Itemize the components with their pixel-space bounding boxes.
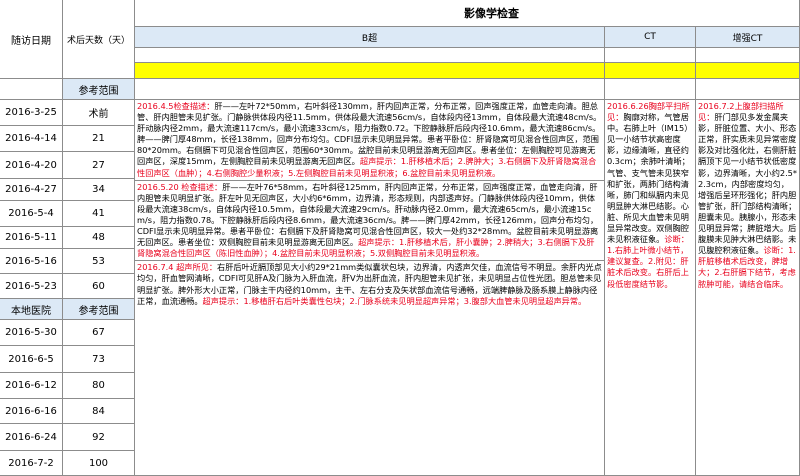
blank-cell: [696, 79, 800, 100]
followup-date: 2016-7-2: [0, 451, 63, 476]
highlight-band: [605, 63, 696, 79]
days-value: 41: [63, 201, 135, 227]
days-value: 73: [63, 346, 135, 373]
bmode-report-2-heading: 2016.5.20 检查描述：: [137, 181, 223, 192]
days-value: 67: [63, 320, 135, 346]
followup-date: 2016-5-4: [0, 201, 63, 227]
blank-cell: [0, 79, 63, 100]
bmode-findings-cell: 2016.4.5检查描述：肝——左叶72*50mm，右叶斜径130mm，肝内回声…: [135, 100, 605, 476]
highlight-band: [135, 63, 605, 79]
days-value: 术前: [63, 100, 135, 126]
followup-date: 2016-5-30: [0, 320, 63, 346]
days-value: 48: [63, 227, 135, 249]
days-value: 21: [63, 126, 135, 152]
bmode-report-3: 2016.7.4 超声所见：右肝后叶近膈顶部见大小约29*21mm类似囊状包块，…: [137, 262, 602, 306]
followup-date: 2016-5-16: [0, 249, 63, 274]
divider: [135, 179, 604, 181]
bmode-report-1-heading: 2016.4.5检查描述：: [137, 101, 215, 111]
title-band: [135, 0, 800, 27]
bmode-report-3-heading: 2016.7.4 超声所见：: [137, 262, 218, 273]
blank-band: [135, 48, 605, 63]
followup-date: 2016-4-14: [0, 126, 63, 152]
blank-band: [696, 48, 800, 63]
ct-header: CT: [605, 27, 696, 48]
divider: [135, 260, 604, 262]
local-hospital-label: 本地医院: [0, 299, 63, 320]
followup-date: 2016-5-23: [0, 274, 63, 299]
ct-findings-cell: 2016.6.26胸部平扫所见：胸廓对称，气管居中。右肺上叶（IM15）见一小结…: [605, 100, 696, 476]
enhanced-ct-header: 增强CT: [696, 27, 800, 48]
enhanced-ct-text: 肝门部见多发金属夹影，肝脏位置、大小、形态正常，肝实质未见异常密度影及对比强化灶…: [698, 112, 797, 256]
followup-date: 2016-5-11: [0, 227, 63, 249]
followup-date: 2016-4-27: [0, 179, 63, 201]
bmode-report-3-impression: 超声提示：1.移植肝右后叶类囊性包块；2.门脉系统未见明显超声异常；3.腹部大血…: [202, 295, 587, 306]
followup-date: 2016-3-25: [0, 100, 63, 126]
days-value: 27: [63, 152, 135, 179]
bmode-report-1: 2016.4.5检查描述：肝——左叶72*50mm，右叶斜径130mm，肝内回声…: [137, 101, 602, 179]
days-value: 92: [63, 424, 135, 451]
followup-date: 2016-6-5: [0, 346, 63, 373]
bmode-header: B超: [135, 27, 605, 48]
days-value: 53: [63, 249, 135, 274]
imaging-sheet: 影像学检查 随访日期 术后天数（天） B超 CT 增强CT 参考范围 2016-…: [0, 0, 800, 476]
followup-date: 2016-6-24: [0, 424, 63, 451]
reference-range-label: 参考范围: [63, 79, 135, 100]
bmode-report-2: 2016.5.20 检查描述：肝——左叶76*58mm，右叶斜径125mm，肝内…: [137, 182, 602, 260]
enhanced-ct-findings-cell: 2016.7.2上腹部扫描所见：肝门部见多发金属夹影，肝脏位置、大小、形态正常，…: [696, 100, 800, 476]
followup-date: 2016-4-20: [0, 152, 63, 179]
blank-cell: [605, 79, 696, 100]
ct-report-text: 胸廓对称，气管居中。右肺上叶（IM15）见一小结节状高密度影，边缘清晰，直径约0…: [607, 112, 693, 245]
blank-cell: [135, 79, 605, 100]
followup-date-header: 随访日期: [0, 0, 63, 79]
days-value: 80: [63, 373, 135, 399]
blank-band: [605, 48, 696, 63]
days-after-surgery-header: 术后天数（天）: [63, 0, 135, 79]
days-value: 34: [63, 179, 135, 201]
followup-date: 2016-6-16: [0, 399, 63, 424]
highlight-band: [696, 63, 800, 79]
followup-date: 2016-6-12: [0, 373, 63, 399]
days-value: 84: [63, 399, 135, 424]
days-value: 60: [63, 274, 135, 299]
reference-range-label: 参考范围: [63, 299, 135, 320]
days-value: 100: [63, 451, 135, 476]
